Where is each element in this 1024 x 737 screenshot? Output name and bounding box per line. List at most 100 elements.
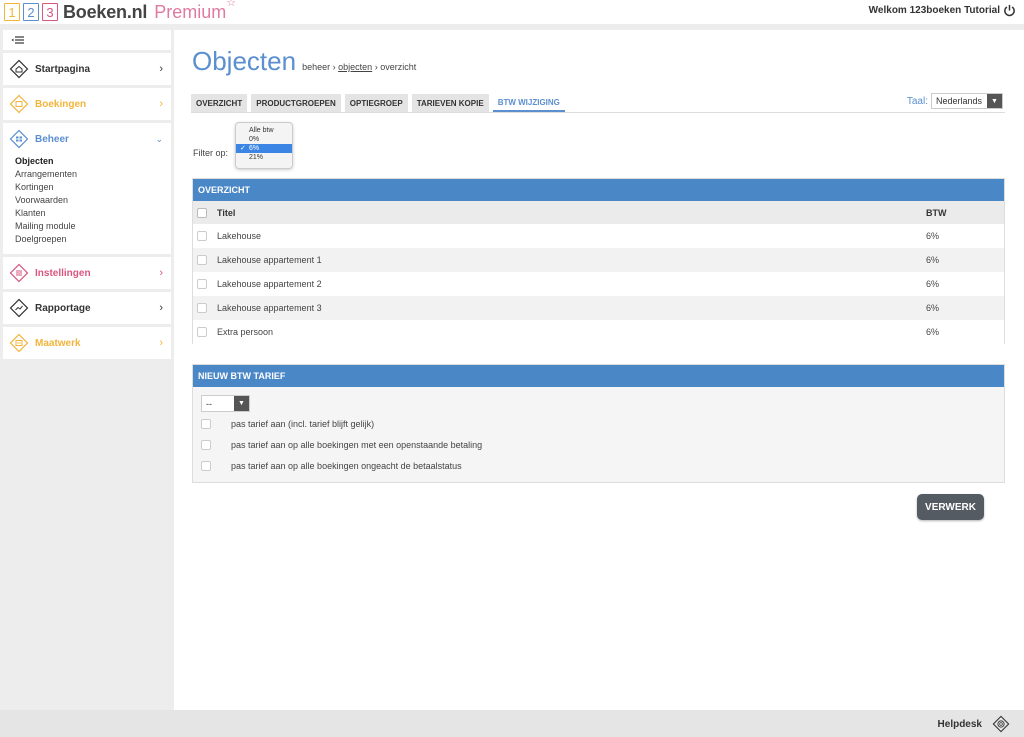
btw-rate-select[interactable]: -- ▼ xyxy=(201,395,250,412)
row-title: Lakehouse appartement 1 xyxy=(217,255,322,265)
logo-digit-3: 3 xyxy=(42,3,58,21)
option-label: pas tarief aan op alle boekingen met een… xyxy=(231,440,483,450)
logo[interactable]: 1 2 3 Boeken.nl Premium☆ xyxy=(4,0,237,23)
row-btw: 6% xyxy=(926,303,940,313)
tab-productgroepen[interactable]: PRODUCTGROEPEN xyxy=(251,94,341,112)
verwerk-button[interactable]: VERWERK xyxy=(917,494,984,520)
row-btw: 6% xyxy=(926,327,940,337)
panel-heading: NIEUW BTW TARIEF xyxy=(193,365,1004,387)
filter-option-21[interactable]: 21% xyxy=(236,153,292,162)
sidebar-item-label: Rapportage xyxy=(35,302,91,314)
submenu-item-kortingen[interactable]: Kortingen xyxy=(15,181,171,194)
row-checkbox[interactable] xyxy=(197,327,207,337)
table-row: Extra persoon 6% xyxy=(193,320,1004,344)
table-row: Lakehouse 6% xyxy=(193,224,1004,248)
helpdesk-link[interactable]: Helpdesk xyxy=(938,719,982,730)
table-row: Lakehouse appartement 3 6% xyxy=(193,296,1004,320)
breadcrumb-overzicht: overzicht xyxy=(380,62,417,72)
star-icon: ☆ xyxy=(226,0,237,9)
chevron-right-icon: › xyxy=(159,267,163,279)
row-title: Lakehouse appartement 3 xyxy=(217,303,322,313)
settings-icon xyxy=(9,263,29,283)
breadcrumb: beheer › objecten › overzicht xyxy=(302,62,416,72)
filter-option-alle-btw[interactable]: Alle btw xyxy=(236,126,292,135)
filter-option-0[interactable]: 0% xyxy=(236,135,292,144)
sidebar-section-beheer: Beheer ⌄ Objecten Arrangementen Kortinge… xyxy=(3,123,171,254)
tab-tarieven-kopie[interactable]: TARIEVEN KOPIE xyxy=(411,94,489,112)
submenu-item-voorwaarden[interactable]: Voorwaarden xyxy=(15,194,171,207)
submenu-item-objecten[interactable]: Objecten xyxy=(15,155,171,168)
sidebar-item-label: Maatwerk xyxy=(35,337,81,349)
tab-optiegroep[interactable]: OPTIEGROEP xyxy=(344,94,408,112)
logo-digit-2: 2 xyxy=(23,3,39,21)
row-title: Lakehouse xyxy=(217,231,262,241)
sidebar-item-rapportage[interactable]: Rapportage › xyxy=(3,292,171,324)
option-row: pas tarief aan (incl. tarief blijft geli… xyxy=(201,419,374,429)
chevron-right-icon: › xyxy=(159,337,163,349)
language-selector: Taal: Nederlands ▼ xyxy=(907,93,1003,109)
option-checkbox-open-payments[interactable] xyxy=(201,440,211,450)
sidebar-item-instellingen[interactable]: Instellingen › xyxy=(3,257,171,289)
table-header: Titel BTW xyxy=(193,201,1004,224)
filter-option-6[interactable]: ✓ 6% xyxy=(236,144,292,153)
breadcrumb-separator: › xyxy=(374,62,378,72)
row-checkbox[interactable] xyxy=(197,279,207,289)
tab-bar: OVERZICHT PRODUCTGROEPEN OPTIEGROEP TARI… xyxy=(191,94,569,112)
breadcrumb-beheer: beheer xyxy=(302,62,331,72)
row-checkbox[interactable] xyxy=(197,255,207,265)
main-content: Objecten beheer › objecten › overzicht O… xyxy=(174,30,1024,710)
column-header-btw[interactable]: BTW xyxy=(926,208,947,218)
title-row: Objecten beheer › objecten › overzicht xyxy=(192,46,416,77)
row-btw: 6% xyxy=(926,279,940,289)
filter-label: Filter op: xyxy=(193,148,229,158)
column-header-titel[interactable]: Titel xyxy=(217,208,235,218)
submenu-item-arrangementen[interactable]: Arrangementen xyxy=(15,168,171,181)
option-row: pas tarief aan op alle boekingen ongeach… xyxy=(201,461,462,471)
custom-work-icon xyxy=(9,333,29,353)
chevron-right-icon: › xyxy=(159,63,163,75)
sidebar-item-beheer[interactable]: Beheer ⌄ xyxy=(3,123,171,155)
row-checkbox[interactable] xyxy=(197,303,207,313)
submenu-item-mailing-module[interactable]: Mailing module xyxy=(15,220,171,233)
chevron-right-icon: › xyxy=(159,302,163,314)
sidebar-item-maatwerk[interactable]: Maatwerk › xyxy=(3,327,171,359)
checkmark-icon: ✓ xyxy=(240,145,246,152)
overzicht-panel: OVERZICHT Titel BTW Lakehouse 6% Lakehou… xyxy=(192,178,1005,344)
power-icon[interactable] xyxy=(1003,4,1016,17)
option-checkbox-all-bookings[interactable] xyxy=(201,461,211,471)
helpdesk-icon[interactable] xyxy=(992,715,1010,733)
option-row: pas tarief aan op alle boekingen met een… xyxy=(201,440,482,450)
breadcrumb-separator: › xyxy=(332,62,336,72)
top-bar: 1 2 3 Boeken.nl Premium☆ Welkom 123boeke… xyxy=(0,0,1024,24)
tab-btw-wijziging[interactable]: BTW WIJZIGING xyxy=(492,94,565,112)
manage-icon xyxy=(9,129,29,149)
breadcrumb-link-objecten[interactable]: objecten xyxy=(338,62,372,72)
select-all-checkbox[interactable] xyxy=(197,207,207,218)
footer: Helpdesk xyxy=(0,710,1024,737)
table-row: Lakehouse appartement 1 6% xyxy=(193,248,1004,272)
sidebar-item-label: Boekingen xyxy=(35,98,87,110)
sidebar: Startpagina › Boekingen › Beheer ⌄ Objec… xyxy=(0,30,174,710)
menu-toggle-button[interactable] xyxy=(3,30,171,50)
row-title: Extra persoon xyxy=(217,327,274,337)
option-checkbox-keep-incl[interactable] xyxy=(201,419,211,429)
tab-divider xyxy=(191,112,1005,113)
submenu-item-klanten[interactable]: Klanten xyxy=(15,207,171,220)
row-btw: 6% xyxy=(926,255,940,265)
sidebar-item-startpagina[interactable]: Startpagina › xyxy=(3,53,171,85)
nieuw-btw-tarief-panel: NIEUW BTW TARIEF -- ▼ pas tarief aan (in… xyxy=(192,364,1005,483)
welcome-text: Welkom 123boeken Tutorial xyxy=(868,5,1000,16)
home-icon xyxy=(9,59,29,79)
sidebar-item-boekingen[interactable]: Boekingen › xyxy=(3,88,171,120)
panel-heading: OVERZICHT xyxy=(193,179,1004,201)
btw-rate-select-value: -- xyxy=(206,398,212,409)
filter-dropdown[interactable]: Alle btw 0% ✓ 6% 21% xyxy=(235,122,293,169)
chevron-right-icon: › xyxy=(159,98,163,110)
submenu-item-doelgroepen[interactable]: Doelgroepen xyxy=(15,233,171,246)
tab-overzicht[interactable]: OVERZICHT xyxy=(191,94,248,112)
row-checkbox[interactable] xyxy=(197,231,207,241)
language-select[interactable]: Nederlands ▼ xyxy=(931,93,1003,109)
sidebar-item-label: Startpagina xyxy=(35,63,91,75)
logo-brand: Boeken.nl xyxy=(63,1,148,22)
caret-down-icon: ▼ xyxy=(987,94,1002,108)
